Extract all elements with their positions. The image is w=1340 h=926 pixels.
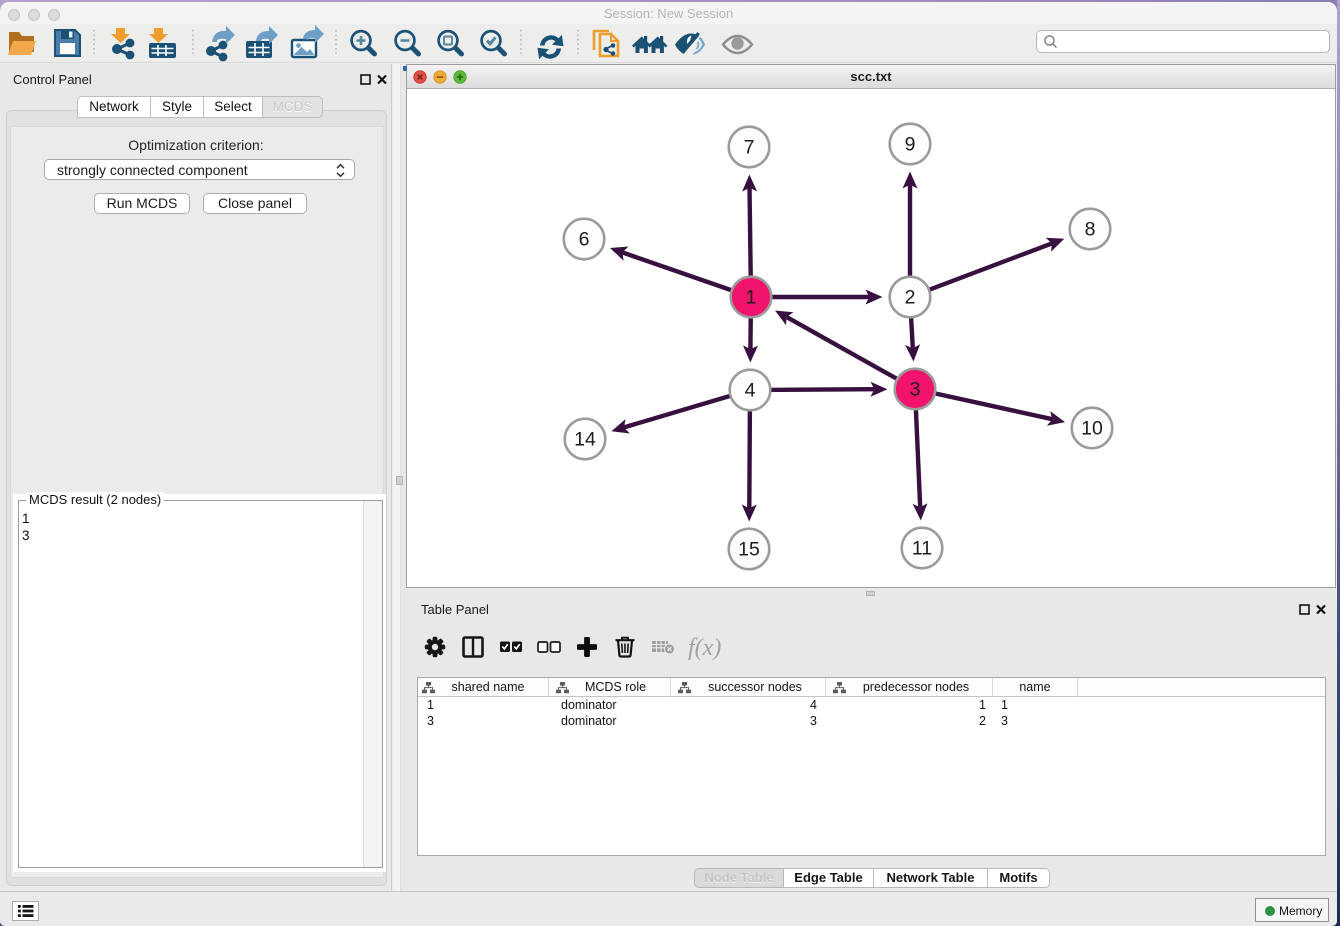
svg-text:14: 14 bbox=[574, 429, 596, 451]
svg-text:15: 15 bbox=[738, 539, 760, 561]
svg-text:7: 7 bbox=[744, 137, 755, 159]
svg-text:4: 4 bbox=[745, 380, 756, 402]
svg-text:10: 10 bbox=[1081, 418, 1103, 440]
svg-text:8: 8 bbox=[1085, 219, 1096, 241]
svg-text:9: 9 bbox=[905, 134, 916, 156]
svg-text:6: 6 bbox=[579, 229, 590, 251]
svg-text:3: 3 bbox=[910, 379, 921, 401]
svg-text:11: 11 bbox=[912, 538, 932, 560]
svg-text:f(x): f(x) bbox=[688, 635, 721, 661]
svg-text:1: 1 bbox=[746, 287, 757, 309]
svg-text:2: 2 bbox=[905, 287, 916, 309]
